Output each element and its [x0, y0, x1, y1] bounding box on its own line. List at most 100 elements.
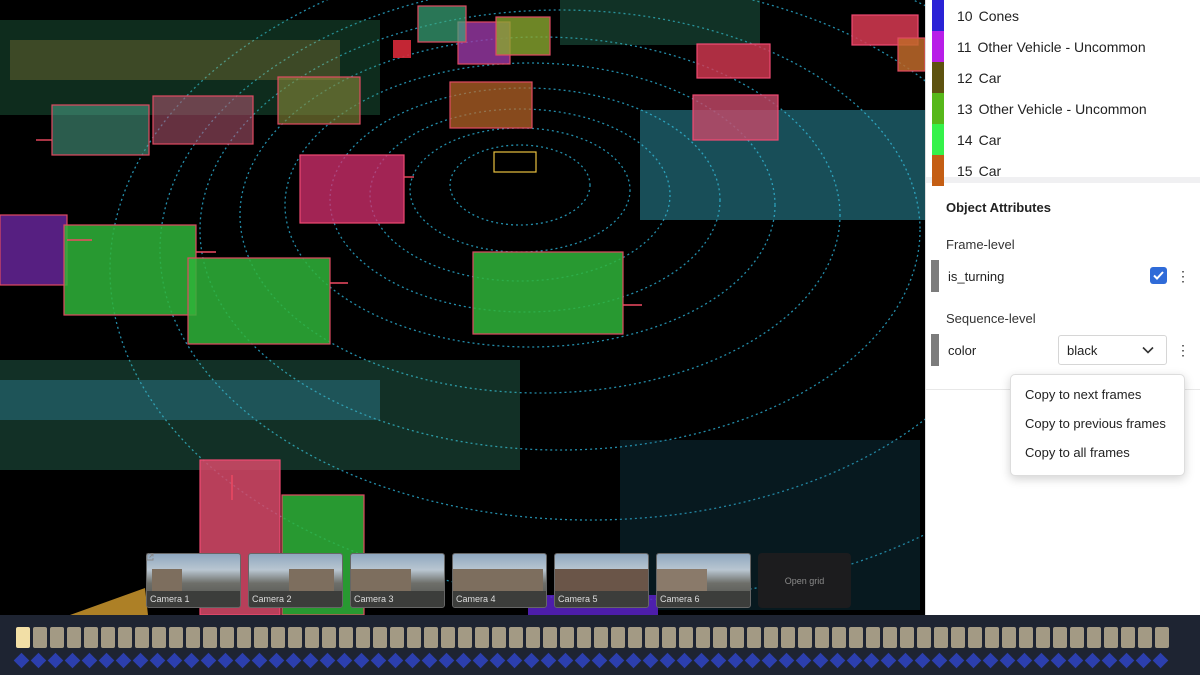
keyframe-diamond[interactable]: [353, 652, 370, 669]
timeline-frame[interactable]: [16, 627, 30, 648]
keyframe-diamond[interactable]: [676, 652, 693, 669]
timeline-frame[interactable]: [764, 627, 778, 648]
object-list-item[interactable]: 11 Other Vehicle - Uncommon: [926, 31, 1200, 62]
keyframe-diamond[interactable]: [829, 652, 846, 669]
keyframe-diamond[interactable]: [999, 652, 1016, 669]
timeline-frame[interactable]: [628, 627, 642, 648]
timeline-frame[interactable]: [1019, 627, 1033, 648]
menu-item-copy-all[interactable]: Copy to all frames: [1011, 445, 1184, 474]
timeline-frame[interactable]: [492, 627, 506, 648]
keyframe-diamond[interactable]: [540, 652, 557, 669]
object-list-item[interactable]: 14 Car: [926, 124, 1200, 155]
timeline-frame[interactable]: [730, 627, 744, 648]
timeline-frame[interactable]: [509, 627, 523, 648]
keyframe-diamond[interactable]: [965, 652, 982, 669]
timeline-frame[interactable]: [1002, 627, 1016, 648]
point-cloud-canvas[interactable]: [0, 0, 925, 615]
keyframe-diamond[interactable]: [982, 652, 999, 669]
timeline-frame[interactable]: [407, 627, 421, 648]
keyframe-diamond[interactable]: [846, 652, 863, 669]
bbox[interactable]: [692, 94, 779, 141]
keyframe-diamond[interactable]: [132, 652, 149, 669]
timeline-frame[interactable]: [526, 627, 540, 648]
keyframe-diamond[interactable]: [268, 652, 285, 669]
bbox[interactable]: [449, 81, 533, 129]
timeline-frame[interactable]: [713, 627, 727, 648]
keyframe-diamond[interactable]: [1067, 652, 1084, 669]
camera-thumbnail[interactable]: Camera 2: [248, 553, 343, 608]
bbox[interactable]: [897, 37, 925, 72]
color-select[interactable]: black: [1058, 335, 1167, 365]
timeline-frame[interactable]: [237, 627, 251, 648]
timeline-frame[interactable]: [696, 627, 710, 648]
keyframe-diamond[interactable]: [251, 652, 268, 669]
timeline-frame[interactable]: [305, 627, 319, 648]
lidar-viewport[interactable]: Camera 1 Camera 2 Camera 3 Camera 4 Came…: [0, 0, 925, 615]
timeline-frame[interactable]: [475, 627, 489, 648]
keyframe-diamond[interactable]: [115, 652, 132, 669]
keyframe-diamond[interactable]: [642, 652, 659, 669]
keyframe-diamond[interactable]: [744, 652, 761, 669]
timeline-frame[interactable]: [849, 627, 863, 648]
keyframe-diamond[interactable]: [302, 652, 319, 669]
timeline-frame[interactable]: [985, 627, 999, 648]
timeline-frame[interactable]: [934, 627, 948, 648]
keyframe-diamond[interactable]: [608, 652, 625, 669]
timeline-frame[interactable]: [1104, 627, 1118, 648]
camera-thumbnail[interactable]: Camera 5: [554, 553, 649, 608]
keyframe-diamond[interactable]: [234, 652, 251, 669]
timeline-frame[interactable]: [883, 627, 897, 648]
keyframe-diamond[interactable]: [1033, 652, 1050, 669]
keyframe-diamond[interactable]: [166, 652, 183, 669]
keyframe-diamond[interactable]: [404, 652, 421, 669]
keyframe-diamond[interactable]: [336, 652, 353, 669]
timeline-frame[interactable]: [84, 627, 98, 648]
keyframe-diamond[interactable]: [761, 652, 778, 669]
keyframe-diamond[interactable]: [13, 652, 30, 669]
timeline-frame[interactable]: [458, 627, 472, 648]
timeline-frame[interactable]: [322, 627, 336, 648]
keyframe-diamond[interactable]: [183, 652, 200, 669]
keyframe-diamond[interactable]: [285, 652, 302, 669]
keyframe-diamond[interactable]: [880, 652, 897, 669]
keyframe-diamond[interactable]: [659, 652, 676, 669]
timeline-frame[interactable]: [220, 627, 234, 648]
bbox[interactable]: [187, 257, 331, 345]
timeline-frame[interactable]: [543, 627, 557, 648]
menu-item-copy-next[interactable]: Copy to next frames: [1011, 387, 1184, 416]
timeline-frame[interactable]: [1053, 627, 1067, 648]
camera-thumbnail[interactable]: Camera 1: [146, 553, 241, 608]
keyframe-diamond[interactable]: [863, 652, 880, 669]
keyframe-diamond[interactable]: [897, 652, 914, 669]
keyframe-diamond[interactable]: [557, 652, 574, 669]
timeline-frame[interactable]: [203, 627, 217, 648]
is-turning-checkbox[interactable]: [1150, 267, 1167, 284]
timeline-frame[interactable]: [866, 627, 880, 648]
keyframe-diamond[interactable]: [574, 652, 591, 669]
bbox[interactable]: [393, 40, 411, 58]
keyframe-diamond[interactable]: [795, 652, 812, 669]
object-list-item[interactable]: 12 Car: [926, 62, 1200, 93]
keyframe-diamond[interactable]: [778, 652, 795, 669]
keyframe-diamond[interactable]: [47, 652, 64, 669]
timeline-frame[interactable]: [169, 627, 183, 648]
timeline-frame[interactable]: [611, 627, 625, 648]
keyframe-diamond[interactable]: [200, 652, 217, 669]
timeline-frame[interactable]: [968, 627, 982, 648]
timeline-frame[interactable]: [815, 627, 829, 648]
timeline-frame[interactable]: [662, 627, 676, 648]
keyframe-diamond[interactable]: [948, 652, 965, 669]
timeline-frame[interactable]: [390, 627, 404, 648]
bbox[interactable]: [696, 43, 771, 79]
keyframe-diamond[interactable]: [591, 652, 608, 669]
keyframe-diamond[interactable]: [370, 652, 387, 669]
timeline-frame[interactable]: [254, 627, 268, 648]
keyframe-diamond[interactable]: [98, 652, 115, 669]
timeline-frame[interactable]: [339, 627, 353, 648]
keyframe-diamond[interactable]: [30, 652, 47, 669]
keyframe-diamond[interactable]: [421, 652, 438, 669]
timeline-frame[interactable]: [679, 627, 693, 648]
keyframe-diamond[interactable]: [387, 652, 404, 669]
timeline-frame[interactable]: [798, 627, 812, 648]
timeline-frame[interactable]: [747, 627, 761, 648]
